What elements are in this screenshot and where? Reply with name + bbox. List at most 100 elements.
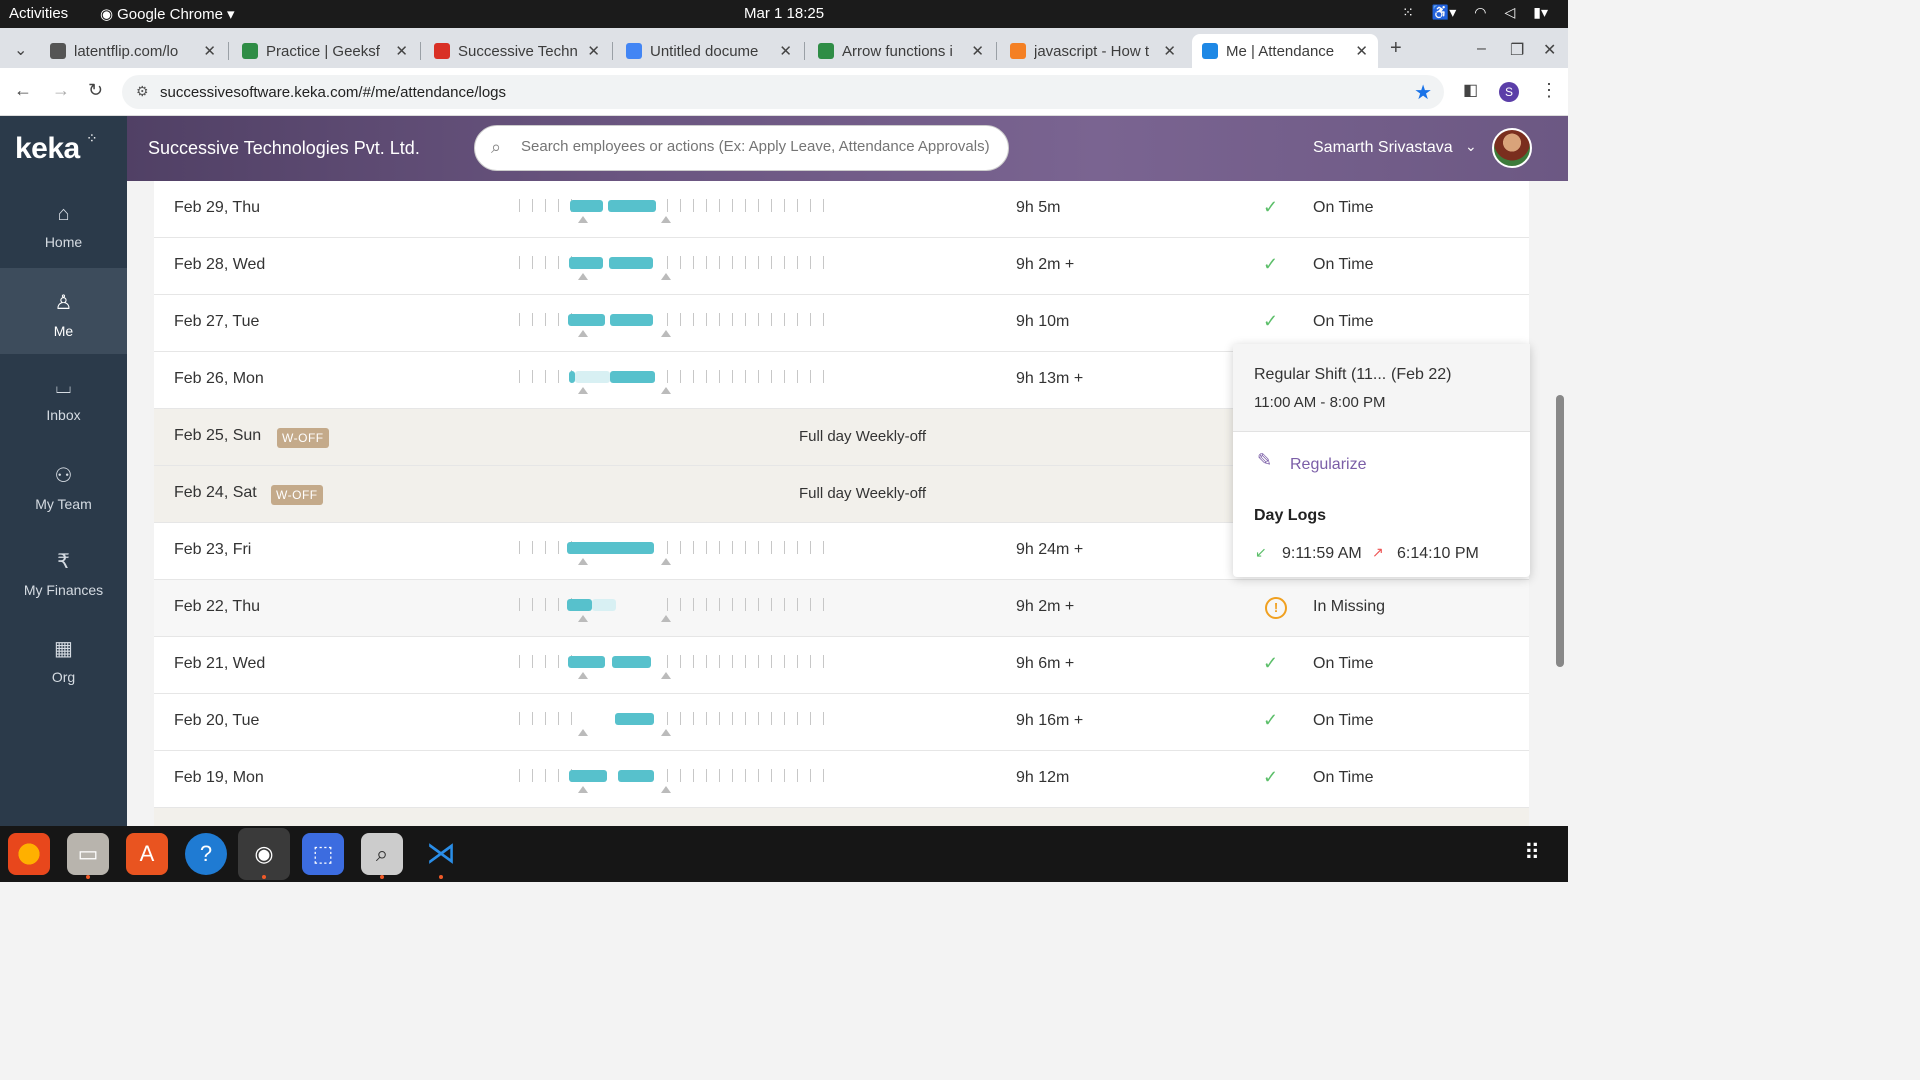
timeline-tick [719, 541, 720, 554]
activities-button[interactable]: Activities [9, 5, 68, 22]
system-tray[interactable]: ⁙ ♿▾ ◠ ◁ ▮▾ [1402, 4, 1548, 21]
attendance-row[interactable]: Feb 29, Thu 9h 5m ✓ On Time [154, 181, 1529, 238]
search-input[interactable] [521, 138, 1001, 155]
sidebar-item-my-finances[interactable]: ₹ My Finances [0, 527, 127, 613]
close-tab-icon[interactable]: ✕ [395, 42, 408, 60]
chevron-down-icon[interactable]: ⌄ [1465, 138, 1477, 155]
show-apps-icon[interactable]: ⠿ [1524, 840, 1540, 866]
sidebar-item-my-team[interactable]: ⚇ My Team [0, 441, 127, 527]
shift-marker-icon [661, 729, 671, 736]
shift-timeline[interactable] [517, 769, 829, 799]
vscode-icon[interactable]: ⋊ [420, 833, 462, 875]
restore-button[interactable]: ❐ [1510, 40, 1524, 60]
global-search[interactable]: ⌕ [474, 125, 1009, 171]
shift-marker-icon [578, 786, 588, 793]
close-window-button[interactable]: ✕ [1543, 40, 1556, 60]
wifi-icon: ◠ [1474, 4, 1487, 20]
sidebar-item-inbox[interactable]: ⌴ Inbox [0, 354, 127, 440]
weekoff-note: Full day Weekly-off [799, 428, 926, 445]
timeline-tick [810, 541, 811, 554]
close-tab-icon[interactable]: ✕ [1355, 42, 1368, 60]
shift-timeline[interactable] [517, 541, 829, 571]
browser-tab[interactable]: Arrow functions i ✕ [808, 34, 994, 68]
worked-segment [568, 656, 605, 668]
shift-timeline[interactable] [517, 256, 829, 286]
app-center-icon[interactable]: A [126, 833, 168, 875]
close-tab-icon[interactable]: ✕ [971, 42, 984, 60]
reload-button[interactable]: ↻ [88, 80, 103, 101]
timeline-tick [771, 655, 772, 668]
close-tab-icon[interactable]: ✕ [779, 42, 792, 60]
sidebar-item-me[interactable]: ♙ Me [0, 267, 127, 354]
firefox-icon[interactable] [8, 833, 50, 875]
timeline-tick [771, 370, 772, 383]
timeline-tick [667, 313, 668, 326]
shift-timeline[interactable] [517, 655, 829, 685]
bookmark-star-icon[interactable]: ★ [1414, 80, 1432, 105]
shift-timeline[interactable] [517, 370, 829, 400]
sidebar-item-home[interactable]: ⌂ Home [0, 181, 127, 267]
timeline-tick [558, 769, 559, 782]
browser-tab[interactable]: latentflip.com/lo ✕ [40, 34, 226, 68]
attendance-row[interactable]: Feb 20, Tue 9h 16m + ✓ On Time [154, 694, 1529, 751]
sidebar-item-org[interactable]: ▦ Org [0, 614, 127, 700]
profile-avatar[interactable]: S [1499, 82, 1519, 102]
files-icon[interactable]: ▭ [67, 833, 109, 875]
browser-tab[interactable]: Successive Techn ✕ [424, 34, 610, 68]
keka-logo[interactable]: keka ⁘ [0, 116, 127, 181]
user-name[interactable]: Samarth Srivastava [1313, 139, 1453, 157]
worked-segment [568, 314, 605, 326]
timeline-tick [558, 313, 559, 326]
running-indicator [86, 875, 90, 879]
row-date: Feb 28, Wed [174, 256, 266, 273]
side-panel-icon[interactable]: ◧ [1463, 80, 1478, 100]
site-info-icon[interactable]: ⚙ [136, 83, 149, 100]
attendance-row[interactable]: Feb 19, Mon 9h 12m ✓ On Time [154, 751, 1529, 808]
tab-search-icon[interactable]: ⌄ [14, 40, 27, 60]
timeline-tick [706, 370, 707, 383]
help-icon[interactable]: ? [185, 833, 227, 875]
menu-kebab-icon[interactable]: ⋮ [1540, 80, 1558, 101]
image-viewer-icon[interactable]: ⌕ [361, 833, 403, 875]
close-tab-icon[interactable]: ✕ [203, 42, 216, 60]
forward-button[interactable]: → [52, 80, 70, 101]
shift-timeline[interactable] [517, 598, 829, 628]
browser-tab[interactable]: Untitled docume ✕ [616, 34, 802, 68]
timeline-tick [771, 598, 772, 611]
timeline-tick [667, 769, 668, 782]
attendance-row[interactable]: Feb 21, Wed 9h 6m + ✓ On Time [154, 637, 1529, 694]
screenshot-icon[interactable]: ⬚ [302, 833, 344, 875]
close-tab-icon[interactable]: ✕ [587, 42, 600, 60]
browser-tab[interactable]: Practice | Geeksf ✕ [232, 34, 418, 68]
attendance-row[interactable]: Feb 28, Wed 9h 2m + ✓ On Time [154, 238, 1529, 295]
volume-icon: ◁ [1504, 4, 1516, 20]
chrome-icon[interactable]: ◉ [238, 828, 290, 880]
browser-tab[interactable]: Me | Attendance ✕ [1192, 34, 1378, 68]
worked-segment [608, 200, 656, 212]
clock[interactable]: Mar 1 18:25 [744, 5, 824, 22]
shift-marker-icon [578, 273, 588, 280]
attendance-row[interactable]: Feb 22, Thu 9h 2m +! In Missing [154, 580, 1529, 637]
shift-marker-icon [578, 672, 588, 679]
page-scrollbar[interactable] [1556, 395, 1564, 667]
inbox-icon: ⌴ [55, 376, 72, 398]
user-avatar[interactable] [1492, 128, 1532, 168]
back-button[interactable]: ← [14, 80, 32, 101]
timeline-tick [545, 541, 546, 554]
timeline-tick [558, 712, 559, 725]
shift-timeline[interactable] [517, 712, 829, 742]
app-menu[interactable]: ◉ Google Chrome ▾ [100, 5, 235, 24]
address-bar[interactable]: ⚙ successivesoftware.keka.com/#/me/atten… [122, 75, 1444, 109]
timeline-tick [823, 598, 824, 611]
close-tab-icon[interactable]: ✕ [1163, 42, 1176, 60]
timeline-tick [732, 199, 733, 212]
pencil-icon[interactable]: ✎ [1257, 450, 1272, 471]
regularize-link[interactable]: Regularize [1290, 456, 1366, 474]
row-date: Feb 23, Fri [174, 541, 252, 558]
new-tab-button[interactable]: + [1390, 37, 1402, 60]
attendance-row[interactable] [154, 808, 1529, 826]
shift-timeline[interactable] [517, 313, 829, 343]
shift-timeline[interactable] [517, 199, 829, 229]
minimize-button[interactable]: – [1477, 40, 1486, 58]
browser-tab[interactable]: javascript - How t ✕ [1000, 34, 1186, 68]
